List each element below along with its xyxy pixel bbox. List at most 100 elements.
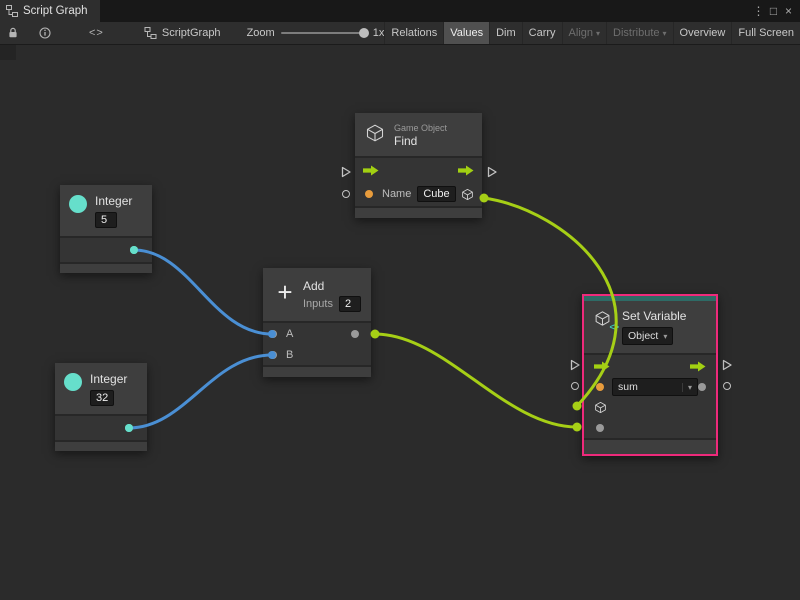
port-row-b: B xyxy=(263,344,371,365)
toolbar-button-relations[interactable]: Relations xyxy=(384,22,443,44)
graph-canvas[interactable]: Integer 5 Integer 32 + xyxy=(0,0,800,600)
inputs-count-field[interactable]: 2 xyxy=(339,296,361,312)
wire-endpoint[interactable] xyxy=(371,330,380,339)
flow-in-arrow-icon[interactable] xyxy=(594,361,610,372)
add-icon: + xyxy=(273,280,297,304)
integer-value-field[interactable]: 32 xyxy=(90,390,114,406)
node-integer-bottom[interactable]: Integer 32 xyxy=(55,363,147,451)
integer-output-port[interactable] xyxy=(125,424,133,432)
zoom-value: 1x xyxy=(373,27,385,39)
add-output-port[interactable] xyxy=(351,330,359,338)
setvar-value-out-edge-port[interactable] xyxy=(723,382,731,390)
wire-endpoint[interactable] xyxy=(573,402,582,411)
node-title: Find xyxy=(394,135,447,148)
node-header[interactable]: <> Set Variable Object ▾ xyxy=(584,301,716,353)
toolbar-button-dim[interactable]: Dim xyxy=(489,22,522,44)
wire-integer5-to-add-a[interactable] xyxy=(134,250,272,334)
node-footer xyxy=(584,440,716,454)
collapsed-panel-button[interactable] xyxy=(0,44,16,60)
zoom-slider-track[interactable] xyxy=(281,32,365,34)
integer-icon xyxy=(69,195,87,213)
value-input-port[interactable] xyxy=(596,424,604,432)
graph-reference[interactable]: ScriptGraph xyxy=(144,27,221,39)
output-row xyxy=(55,416,147,440)
node-footer xyxy=(263,367,371,377)
node-set-variable[interactable]: <> Set Variable Object ▾ sum ▾ xyxy=(582,294,718,456)
info-icon xyxy=(39,27,51,39)
integer-icon xyxy=(64,373,82,391)
zoom-slider[interactable] xyxy=(281,27,365,39)
flow-out-arrow-icon[interactable] xyxy=(458,165,474,176)
wire-endpoint[interactable] xyxy=(573,423,582,432)
graph-name: ScriptGraph xyxy=(162,27,221,39)
add-input-b-port[interactable] xyxy=(269,351,277,359)
tab-script-graph[interactable]: Script Graph xyxy=(0,0,100,22)
titlebar: Script Graph ⋮ □ × xyxy=(0,0,800,22)
lock-button[interactable] xyxy=(1,22,25,44)
node-header[interactable]: Game Object Find xyxy=(355,113,482,156)
lock-icon xyxy=(7,27,19,39)
object-input-port-icon[interactable] xyxy=(594,401,607,414)
find-flow-out-edge-port[interactable] xyxy=(487,166,498,178)
script-graph-icon xyxy=(144,27,157,39)
port-b-label: B xyxy=(286,349,293,361)
toolbar-button-carry[interactable]: Carry xyxy=(522,22,562,44)
find-flow-in-edge-port[interactable] xyxy=(341,166,352,178)
node-integer-top[interactable]: Integer 5 xyxy=(60,185,152,273)
node-footer xyxy=(55,442,147,451)
inspect-button[interactable] xyxy=(33,22,57,44)
name-input-port[interactable] xyxy=(365,190,373,198)
window-close-icon[interactable]: × xyxy=(781,4,796,18)
setvar-name-in-edge-port[interactable] xyxy=(571,382,579,390)
toolbar-button-overview[interactable]: Overview xyxy=(673,22,732,44)
find-name-in-edge-port[interactable] xyxy=(342,190,350,198)
node-title: Integer xyxy=(95,195,132,208)
node-title: Set Variable xyxy=(622,310,686,323)
set-variable-icon: <> xyxy=(594,310,614,330)
toolbar-button-fullscreen[interactable]: Full Screen xyxy=(731,22,800,44)
node-category: Game Object xyxy=(394,123,447,133)
port-row-a: A xyxy=(263,323,371,344)
node-footer xyxy=(60,264,152,273)
value-row xyxy=(584,417,716,438)
toolbar-button-distribute[interactable]: Distribute▾ xyxy=(606,22,672,44)
variable-name-dropdown[interactable]: sum ▾ xyxy=(612,378,698,396)
flow-in-arrow-icon[interactable] xyxy=(363,165,379,176)
toolbar-button-values[interactable]: Values xyxy=(443,22,489,44)
integer-value-field[interactable]: 5 xyxy=(95,212,117,228)
flow-out-arrow-icon[interactable] xyxy=(690,361,706,372)
node-header[interactable]: Integer 32 xyxy=(55,363,147,414)
variable-scope-dropdown[interactable]: Object ▾ xyxy=(622,327,673,345)
game-object-cube-icon xyxy=(365,123,385,143)
node-find[interactable]: Game Object Find Name Cube xyxy=(355,113,482,218)
toolbar-button-align[interactable]: Align▾ xyxy=(562,22,606,44)
window-maximize-icon[interactable]: □ xyxy=(766,4,781,18)
flow-row xyxy=(584,355,716,377)
dropdown-arrow-icon: ▾ xyxy=(682,383,692,392)
zoom-slider-thumb[interactable] xyxy=(359,28,369,38)
name-label: Name xyxy=(382,188,411,200)
flow-row xyxy=(355,158,482,182)
node-header[interactable]: + Add Inputs 2 xyxy=(263,268,371,321)
node-add[interactable]: + Add Inputs 2 A B xyxy=(263,268,371,377)
inputs-label: Inputs xyxy=(303,298,333,310)
integer-output-port[interactable] xyxy=(130,246,138,254)
setvar-flow-out-edge-port[interactable] xyxy=(722,359,733,371)
variable-name-input-port[interactable] xyxy=(596,383,604,391)
wire-integer32-to-add-b[interactable] xyxy=(129,355,272,428)
add-input-a-port[interactable] xyxy=(269,330,277,338)
node-header[interactable]: Integer 5 xyxy=(60,185,152,236)
script-graph-tab-icon xyxy=(6,5,18,17)
dropdown-arrow-icon: ▾ xyxy=(596,29,600,38)
setvar-flow-in-edge-port[interactable] xyxy=(570,359,581,371)
name-value-field[interactable]: Cube xyxy=(417,186,455,202)
wire-add-to-setvariable[interactable] xyxy=(375,334,577,427)
code-view-button[interactable]: <> xyxy=(83,22,110,44)
window-controls: ⋮ □ × xyxy=(751,0,800,22)
dropdown-arrow-icon: ▾ xyxy=(663,29,667,38)
game-object-output-port-icon[interactable] xyxy=(461,188,474,201)
window-menu-icon[interactable]: ⋮ xyxy=(751,4,766,18)
dropdown-arrow-icon: ▾ xyxy=(663,332,667,341)
value-output-port[interactable] xyxy=(698,383,706,391)
port-a-label: A xyxy=(286,328,293,340)
